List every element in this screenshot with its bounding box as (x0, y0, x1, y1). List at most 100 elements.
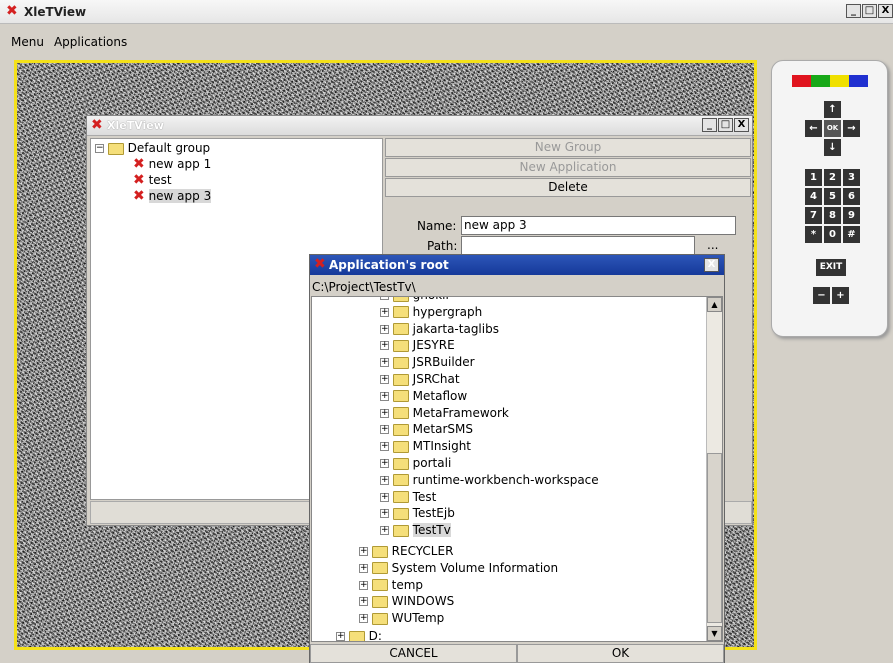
expand-icon[interactable]: + (380, 509, 389, 519)
folder-tree: + gnokii + hypergraph + jakarta-taglibs + J… (311, 296, 723, 642)
title-bar: ✖ XleTView _ □ X (0, 0, 893, 24)
keypad-key[interactable]: 1 (805, 169, 822, 186)
expand-icon[interactable]: + (380, 425, 389, 435)
folder-tree-node[interactable]: + WINDOWS (359, 594, 454, 608)
folder-label: RECYCLER (391, 544, 454, 558)
delete-button[interactable]: Delete (385, 178, 751, 197)
arrow-left-icon[interactable]: ← (805, 120, 822, 137)
keypad-key[interactable]: 5 (824, 188, 841, 205)
arrow-up-icon[interactable]: ↑ (824, 101, 841, 118)
expand-icon[interactable]: + (359, 563, 368, 573)
tree-node-app[interactable]: ✖ new app 1 (133, 157, 211, 171)
ok-button[interactable]: OK (517, 644, 724, 663)
expand-icon[interactable]: + (359, 614, 368, 624)
ok-key[interactable]: OK (824, 120, 841, 137)
path-label: Path: (427, 239, 458, 253)
tree-node-group[interactable]: − Default group (95, 141, 210, 155)
expand-icon[interactable]: + (380, 492, 389, 502)
expand-icon[interactable]: + (380, 341, 389, 351)
tree-node-app-selected[interactable]: ✖ new app 3 (133, 189, 212, 203)
browse-button[interactable]: ... (707, 238, 718, 252)
red-button[interactable] (792, 75, 811, 87)
scroll-down-icon[interactable]: ▼ (707, 626, 722, 641)
folder-tree-node[interactable]: + MTInsight (380, 439, 471, 453)
folder-tree-node[interactable]: + TestTv (380, 523, 451, 538)
expand-icon[interactable]: + (359, 580, 368, 590)
folder-tree-node[interactable]: + WUTemp (359, 611, 444, 625)
folder-tree-node[interactable]: + RECYCLER (359, 544, 453, 558)
folder-tree-node[interactable]: + System Volume Information (359, 561, 558, 575)
folder-tree-node[interactable]: + gnokii (380, 297, 449, 302)
collapse-icon[interactable]: − (95, 144, 104, 153)
folder-icon (392, 423, 409, 436)
expand-icon[interactable]: + (380, 307, 389, 317)
volume-minus-key[interactable]: − (813, 287, 830, 304)
folder-tree-node[interactable]: + temp (359, 578, 423, 592)
folder-tree-node[interactable]: + Metaflow (380, 389, 467, 403)
expand-icon[interactable]: + (380, 324, 389, 334)
maximize-button[interactable]: □ (862, 4, 877, 18)
tree-node-drive[interactable]: + D: (336, 629, 382, 642)
exit-key[interactable]: EXIT (816, 259, 846, 276)
green-button[interactable] (811, 75, 830, 87)
scroll-thumb[interactable] (707, 453, 722, 623)
keypad-key[interactable]: # (843, 226, 860, 243)
expand-icon[interactable]: + (380, 375, 389, 384)
close-button[interactable]: X (878, 4, 893, 18)
new-application-button[interactable]: New Application (385, 158, 751, 177)
folder-tree-node[interactable]: + MetarSMS (380, 422, 473, 436)
arrow-right-icon[interactable]: → (843, 120, 860, 137)
expand-icon[interactable]: + (359, 597, 368, 607)
name-field[interactable]: new app 3 (461, 216, 736, 235)
keypad-key[interactable]: 4 (805, 188, 822, 205)
expand-icon[interactable]: + (380, 408, 389, 418)
keypad-key[interactable]: 7 (805, 207, 822, 224)
folder-tree-node[interactable]: + JESYRE (380, 338, 455, 352)
folder-tree-node[interactable]: + hypergraph (380, 305, 482, 319)
blue-button[interactable] (849, 75, 868, 87)
keypad-key[interactable]: 9 (843, 207, 860, 224)
keypad-key[interactable]: 8 (824, 207, 841, 224)
expand-icon[interactable]: + (380, 459, 389, 468)
menu-item-applications[interactable]: Applications (54, 35, 127, 53)
keypad-key[interactable]: 6 (843, 188, 860, 205)
folder-tree-node[interactable]: + portali (380, 456, 451, 470)
keypad-key[interactable]: * (805, 226, 822, 243)
folder-tree-node[interactable]: + jakarta-taglibs (380, 322, 499, 336)
folder-tree-node[interactable]: + MetaFramework (380, 406, 509, 420)
new-group-button[interactable]: New Group (385, 138, 751, 157)
expand-icon[interactable]: + (380, 442, 389, 452)
keypad-key[interactable]: 2 (824, 169, 841, 186)
dialog-close-button[interactable]: X (704, 258, 719, 272)
folder-tree-node[interactable]: + Test (380, 490, 436, 504)
minimize-button[interactable]: _ (846, 4, 861, 18)
folder-icon (371, 562, 388, 575)
drive-label: D: (368, 629, 382, 642)
tree-node-app[interactable]: ✖ test (133, 173, 172, 187)
folder-tree-node[interactable]: + JSRChat (380, 372, 460, 386)
folder-label: Test (412, 489, 437, 504)
cancel-button[interactable]: CANCEL (310, 644, 517, 663)
folder-tree-node[interactable]: + runtime-workbench-workspace (380, 473, 599, 487)
volume-plus-key[interactable]: + (832, 287, 849, 304)
expand-icon[interactable]: + (380, 391, 389, 401)
keypad-key[interactable]: 0 (824, 226, 841, 243)
expand-icon[interactable]: + (380, 358, 389, 368)
expand-icon[interactable]: + (359, 547, 368, 556)
vertical-scrollbar[interactable]: ▲ ▼ (706, 297, 722, 641)
minimize-button[interactable]: _ (702, 118, 717, 132)
arrow-down-icon[interactable]: ↓ (824, 139, 841, 156)
menu-item-menu[interactable]: Menu (11, 35, 44, 53)
maximize-button[interactable]: □ (718, 118, 733, 132)
close-button[interactable]: X (734, 118, 749, 132)
expand-icon[interactable]: + (336, 632, 345, 641)
expand-icon[interactable]: + (380, 526, 389, 536)
keypad-key[interactable]: 3 (843, 169, 860, 186)
folder-tree-node[interactable]: + TestEjb (380, 506, 455, 520)
path-field[interactable] (461, 236, 695, 255)
expand-icon[interactable]: + (380, 475, 389, 485)
yellow-button[interactable] (830, 75, 849, 87)
folder-tree-node[interactable]: + JSRBuilder (380, 355, 475, 369)
scroll-up-icon[interactable]: ▲ (707, 297, 722, 312)
expand-icon[interactable]: + (380, 297, 389, 300)
